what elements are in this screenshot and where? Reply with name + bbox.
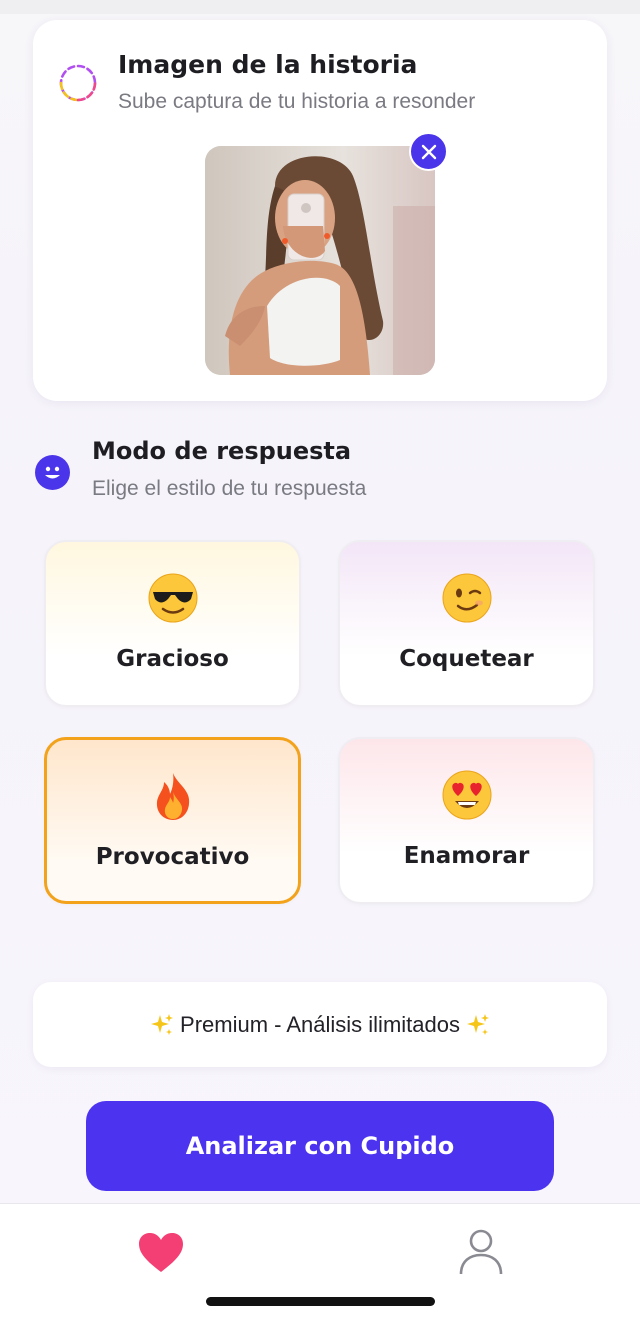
- fire-emoji-icon: [156, 773, 189, 820]
- response-mode-title: Modo de respuesta: [92, 437, 352, 465]
- mode-option-label: Coquetear: [399, 646, 534, 672]
- home-indicator: [206, 1297, 435, 1306]
- sparkles-icon: [466, 1013, 489, 1035]
- close-icon: [421, 144, 436, 159]
- mode-option-coquetear[interactable]: Coquetear: [338, 540, 595, 707]
- story-ring-icon: [59, 64, 97, 102]
- mode-option-label: Enamorar: [403, 843, 530, 869]
- mode-option-gracioso[interactable]: Gracioso: [44, 540, 301, 707]
- mode-option-label: Gracioso: [116, 646, 229, 672]
- mode-option-provocativo[interactable]: Provocativo: [44, 737, 301, 904]
- smiley-icon: [35, 455, 70, 490]
- profile-icon[interactable]: [458, 1228, 504, 1276]
- story-image-card: Imagen de la historia Sube captura de tu…: [33, 20, 607, 401]
- status-bar-area: [0, 0, 640, 14]
- story-image-preview[interactable]: [205, 146, 435, 375]
- sunglasses-emoji-icon: [148, 573, 197, 623]
- bottom-nav: [0, 1203, 640, 1318]
- premium-banner[interactable]: Premium - Análisis ilimitados: [33, 982, 607, 1067]
- mode-option-label: Provocativo: [95, 844, 250, 870]
- story-card-title: Imagen de la historia: [118, 50, 418, 79]
- story-card-subtitle: Sube captura de tu historia a resonder: [118, 90, 476, 113]
- premium-label: Premium - Análisis ilimitados: [180, 1011, 460, 1037]
- wink-emoji-icon: [442, 573, 491, 623]
- mode-option-enamorar[interactable]: Enamorar: [338, 737, 595, 904]
- heart-eyes-emoji-icon: [442, 770, 491, 820]
- remove-image-button[interactable]: [409, 132, 448, 171]
- sparkles-icon: [151, 1013, 174, 1035]
- heart-icon[interactable]: [138, 1232, 184, 1274]
- story-photo-illustration: [205, 146, 435, 375]
- analyze-button[interactable]: Analizar con Cupido: [86, 1101, 554, 1191]
- response-mode-subtitle: Elige el estilo de tu respuesta: [92, 477, 367, 500]
